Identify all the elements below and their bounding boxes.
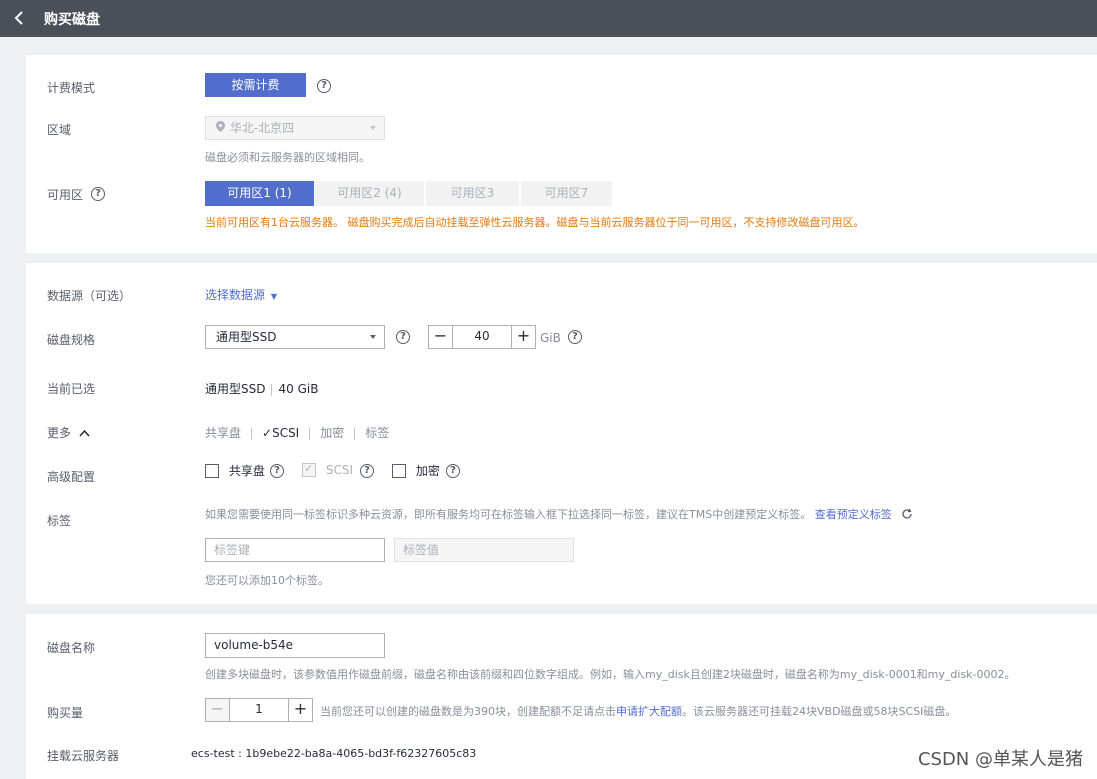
- attach-value: ecs-test : 1b9ebe22-ba8a-4065-bd3f-f6232…: [191, 747, 477, 760]
- current-type: 通用型SSD: [205, 382, 266, 396]
- decrease-size-button[interactable]: −: [429, 326, 452, 348]
- location-pin-icon: [216, 117, 226, 139]
- disk-spec-card: 数据源（可选） 选择数据源 ▼ 磁盘规格 通用型SSD ? − 40 + GiB…: [26, 263, 1097, 604]
- tab-az2[interactable]: 可用区2 (4): [315, 181, 424, 206]
- disk-name-input[interactable]: volume-b54e: [205, 633, 385, 658]
- tags-hint-row: 如果您需要使用同一标签标识多种云资源，即所有服务均可在标签输入框下拉选择同一标签…: [205, 506, 913, 523]
- az-label: 可用区: [47, 188, 84, 202]
- current-selection: 通用型SSD 40 GiB: [205, 380, 318, 397]
- more-summary: 共享盘 ✓SCSI 加密 标签: [205, 424, 389, 441]
- size-help-icon[interactable]: ?: [568, 330, 582, 344]
- more-item-scsi: ✓SCSI: [262, 426, 300, 440]
- shared-disk-label: 共享盘: [228, 464, 265, 478]
- shared-disk-checkbox[interactable]: [205, 463, 219, 478]
- tab-az3[interactable]: 可用区3: [426, 181, 519, 206]
- tab-az7[interactable]: 可用区7: [521, 181, 612, 206]
- quantity-hint-post: 。该云服务器还可挂载24块VBD磁盘或58块SCSI磁盘。: [682, 705, 957, 718]
- more-item-tags: 标签: [365, 426, 390, 440]
- region-label: 区域: [47, 123, 72, 137]
- scsi-option: SCSI: [302, 462, 353, 477]
- region-select: 华北-北京四: [205, 116, 385, 140]
- chevron-up-icon: [79, 426, 90, 440]
- increase-size-button[interactable]: +: [512, 326, 535, 348]
- shared-help-icon[interactable]: ?: [270, 464, 284, 478]
- refresh-icon[interactable]: [901, 508, 913, 523]
- more-label: 更多: [47, 426, 72, 440]
- disk-name-hint: 创建多块磁盘时，该参数值用作磁盘前缀，磁盘名称由该前缀和四位数字组成。例如，输入…: [205, 668, 1016, 681]
- quantity-stepper[interactable]: − 1 +: [205, 698, 313, 722]
- disk-name-label: 磁盘名称: [47, 641, 96, 655]
- quantity-label: 购买量: [47, 706, 84, 720]
- encrypt-checkbox[interactable]: [392, 463, 406, 478]
- apply-quota-link[interactable]: 申请扩大配额: [616, 705, 682, 718]
- pay-per-use-button[interactable]: 按需计费: [205, 73, 306, 97]
- encrypt-help-icon[interactable]: ?: [446, 464, 460, 478]
- billing-label: 计费模式: [47, 81, 96, 95]
- disk-size-value[interactable]: 40: [452, 326, 512, 348]
- region-hint: 磁盘必须和云服务器的区域相同。: [205, 151, 370, 164]
- quantity-hint-row: 当前您还可以创建的磁盘数是为390块，创建配额不足请点击申请扩大配额。该云服务器…: [320, 703, 956, 719]
- encrypt-label: 加密: [415, 464, 440, 478]
- chevron-down-icon: [370, 126, 376, 130]
- datasource-label: 数据源（可选）: [47, 289, 132, 303]
- current-label: 当前已选: [47, 382, 96, 396]
- az-warning: 当前可用区有1台云服务器。 磁盘购买完成后自动挂载至弹性云服务器。磁盘与当前云服…: [205, 216, 865, 229]
- tab-az1[interactable]: 可用区1 (1): [205, 181, 314, 206]
- current-size: 40 GiB: [278, 382, 319, 396]
- tags-limit: 您还可以添加10个标签。: [205, 574, 329, 587]
- disk-type-value: 通用型SSD: [216, 330, 277, 344]
- size-unit: GiB: [540, 331, 561, 345]
- increase-quantity-button[interactable]: +: [289, 699, 312, 721]
- more-item-shared: 共享盘: [205, 426, 242, 440]
- tags-label: 标签: [47, 514, 72, 528]
- spec-label: 磁盘规格: [47, 333, 96, 347]
- decrease-quantity-button[interactable]: −: [206, 699, 229, 721]
- watermark: CSDN @单某人是猪: [917, 749, 1083, 770]
- select-datasource-text: 选择数据源: [205, 288, 266, 302]
- scsi-label: SCSI: [325, 462, 353, 477]
- top-bar: 购买磁盘: [0, 0, 1097, 37]
- select-datasource-link[interactable]: 选择数据源 ▼: [205, 286, 277, 303]
- more-item-encrypt: 加密: [320, 426, 345, 440]
- disk-type-select[interactable]: 通用型SSD: [205, 325, 385, 349]
- tag-key-input[interactable]: 标签键: [205, 538, 385, 562]
- advanced-label: 高级配置: [47, 470, 96, 484]
- scsi-checkbox: [302, 462, 316, 477]
- az-help-icon[interactable]: ?: [91, 187, 105, 201]
- scsi-help-icon[interactable]: ?: [360, 464, 374, 478]
- back-arrow-icon[interactable]: [10, 8, 30, 28]
- attach-label: 挂载云服务器: [47, 749, 120, 763]
- tags-hint: 如果您需要使用同一标签标识多种云资源，即所有服务均可在标签输入框下拉选择同一标签…: [205, 508, 812, 521]
- quantity-hint-pre: 当前您还可以创建的磁盘数是为390块，创建配额不足请点击: [320, 705, 616, 718]
- caret-down-icon: ▼: [270, 292, 277, 301]
- encrypt-option[interactable]: 加密: [392, 462, 440, 479]
- chevron-down-icon: [370, 335, 376, 339]
- disk-size-stepper[interactable]: − 40 +: [428, 325, 536, 349]
- quantity-value[interactable]: 1: [229, 699, 289, 721]
- spec-help-icon[interactable]: ?: [396, 330, 410, 344]
- billing-region-card: 计费模式 按需计费 ? 区域 华北-北京四 磁盘必须和云服务器的区域相同。 可用…: [26, 55, 1097, 253]
- billing-help-icon[interactable]: ?: [317, 79, 331, 93]
- tag-value-input: 标签值: [394, 538, 574, 562]
- view-predefined-tags-link[interactable]: 查看预定义标签: [815, 508, 892, 521]
- more-toggle[interactable]: 更多: [47, 424, 90, 441]
- shared-disk-option[interactable]: 共享盘: [205, 462, 265, 479]
- region-value: 华北-北京四: [229, 121, 295, 135]
- page-title: 购买磁盘: [44, 12, 100, 28]
